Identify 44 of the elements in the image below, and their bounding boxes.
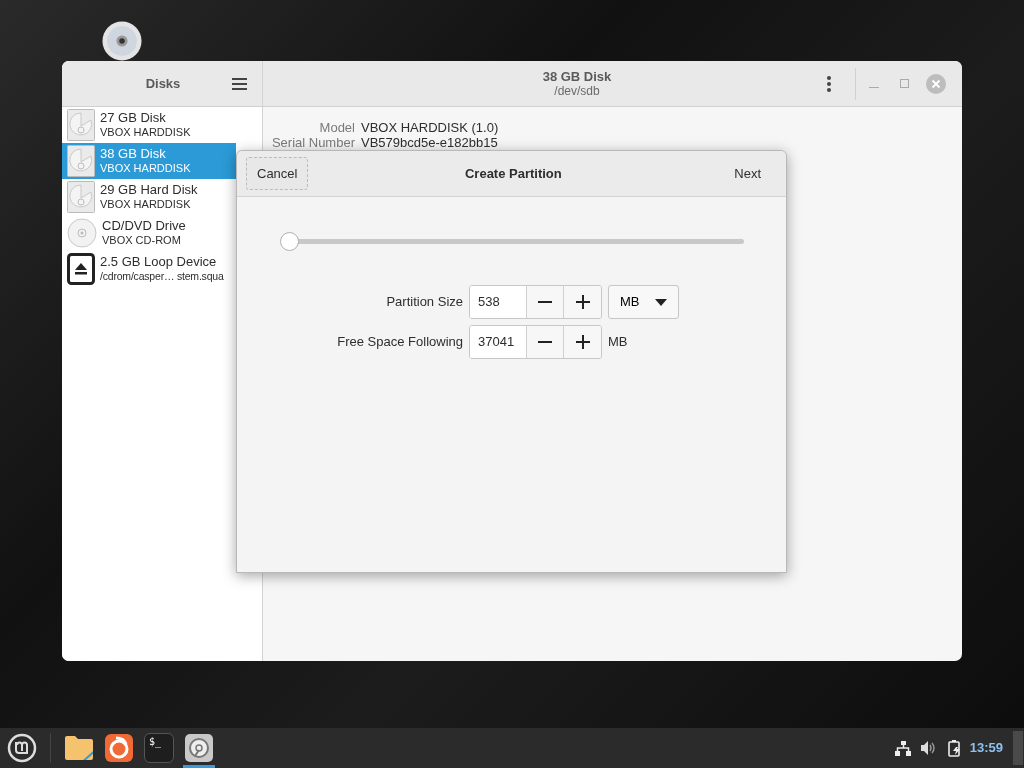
unit-dropdown[interactable]: MB xyxy=(608,285,679,319)
detail-label: Model xyxy=(318,120,355,135)
eject-icon xyxy=(67,253,95,285)
menu-logo-icon[interactable] xyxy=(7,733,37,763)
detail-label: Serial Number xyxy=(270,135,355,150)
optical-disc-icon[interactable] xyxy=(102,21,142,61)
disk-detail: /cdrom/casper… stem.squa xyxy=(100,269,224,284)
disk-name: 29 GB Hard Disk xyxy=(100,182,198,197)
disk-name: 2.5 GB Loop Device xyxy=(100,254,218,269)
detail-value: VBOX HARDDISK (1.0) xyxy=(361,120,499,135)
plus-icon xyxy=(575,335,590,349)
caret-icon xyxy=(655,298,667,306)
disk-title: 38 GB Disk xyxy=(542,69,612,84)
disk-list-item[interactable]: CD/DVD Drive VBOX CD-ROM xyxy=(62,215,236,251)
optical-disc-icon xyxy=(67,217,97,249)
battery-icon[interactable] xyxy=(947,739,962,757)
unit-label: MB xyxy=(608,333,628,352)
slider-thumb[interactable] xyxy=(279,232,299,251)
disk-detail: VBOX HARDDISK xyxy=(100,197,192,212)
next-button[interactable]: Next xyxy=(718,157,777,190)
menu-icon[interactable] xyxy=(232,76,248,91)
sidebar-title: Disks xyxy=(145,74,181,93)
disk-name: CD/DVD Drive xyxy=(102,218,186,233)
terminal-icon[interactable]: $_ xyxy=(144,733,174,763)
field-label: Free Space Following xyxy=(336,333,464,352)
disk-name: 27 GB Disk xyxy=(100,110,167,125)
disk-list-item[interactable]: 27 GB Disk VBOX HARDDISK xyxy=(62,107,236,143)
disk-detail: VBOX HARDDISK xyxy=(100,161,191,176)
disk-detail: VBOX CD-ROM xyxy=(102,233,182,248)
disk-name: 38 GB Disk xyxy=(100,146,167,161)
detail-value: VB579bcd5e-e182bb15 xyxy=(361,135,498,150)
disk-detail: VBOX HARDDISK xyxy=(100,125,191,140)
dialog-title: Create Partition xyxy=(463,164,563,183)
spin-field[interactable]: 538 xyxy=(469,285,602,319)
device-path: /dev/sdb xyxy=(554,84,600,98)
network-icon[interactable] xyxy=(894,740,911,756)
clock[interactable]: 13:59 xyxy=(969,738,1003,758)
cancel-button[interactable]: Cancel xyxy=(246,156,309,191)
spin-field[interactable]: 37041 xyxy=(469,325,602,359)
disk-list-item[interactable]: 2.5 GB Loop Device /cdrom/casper… stem.squa xyxy=(62,251,236,287)
field-label: Partition Size xyxy=(385,293,464,312)
volume-icon[interactable] xyxy=(920,741,937,755)
plus-icon xyxy=(575,295,590,309)
disk-list-item[interactable]: 29 GB Hard Disk VBOX HARDDISK xyxy=(62,179,236,215)
